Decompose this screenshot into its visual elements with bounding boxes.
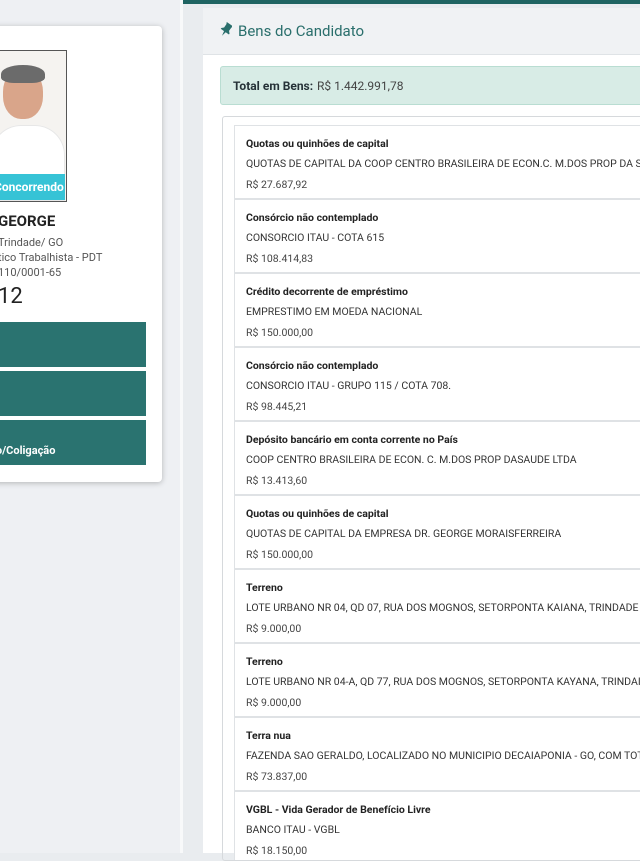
asset-type: Crédito decorrente de empréstimo bbox=[246, 285, 408, 298]
nav-button-1[interactable] bbox=[0, 322, 146, 367]
asset-item: Quotas ou quinhões de capital QUOTAS DE … bbox=[234, 495, 640, 569]
total-assets-box: Total em Bens: R$ 1.442.991,78 bbox=[220, 66, 640, 105]
total-assets-value: R$ 1.442.991,78 bbox=[317, 79, 404, 93]
panel-header: Bens do Candidato bbox=[203, 8, 640, 55]
asset-description: CONSORCIO ITAU - COTA 615 bbox=[246, 231, 385, 244]
asset-description: EMPRESTIMO EM MOEDA NACIONAL bbox=[246, 305, 423, 318]
asset-description: COOP CENTRO BRASILEIRA DE ECON. C. M.DOS… bbox=[246, 453, 577, 466]
asset-value: R$ 18.150,00 bbox=[246, 844, 308, 857]
asset-type: Terra nua bbox=[246, 729, 291, 742]
asset-description: FAZENDA SAO GERALDO, LOCALIZADO NO MUNIC… bbox=[246, 749, 640, 762]
asset-value: R$ 9.000,00 bbox=[246, 622, 302, 635]
asset-description: LOTE URBANO NR 04, QD 07, RUA DOS MOGNOS… bbox=[246, 601, 639, 614]
asset-value: R$ 73.837,00 bbox=[246, 770, 308, 783]
asset-value: R$ 9.000,00 bbox=[246, 696, 302, 709]
asset-type: Consórcio não contemplado bbox=[246, 211, 379, 224]
asset-description: LOTE URBANO NR 04-A, QD 77, RUA DOS MOGN… bbox=[246, 675, 640, 688]
asset-type: Depósito bancário em conta corrente no P… bbox=[246, 433, 458, 446]
assets-list: Quotas ou quinhões de capital QUOTAS DE … bbox=[222, 116, 640, 861]
asset-value: R$ 108.414,83 bbox=[246, 252, 314, 265]
asset-description: QUOTAS DE CAPITAL DA COOP CENTRO BRASILE… bbox=[246, 157, 640, 170]
asset-type: Terreno bbox=[246, 581, 283, 594]
asset-value: R$ 27.687,92 bbox=[246, 178, 308, 191]
asset-value: R$ 150.000,00 bbox=[246, 326, 314, 339]
asset-description: CONSORCIO ITAU - GRUPO 115 / COTA 708. bbox=[246, 379, 452, 392]
asset-description: QUOTAS DE CAPITAL DA EMPRESA DR. GEORGE … bbox=[246, 527, 562, 540]
candidate-cnpj: 110/0001-65 bbox=[0, 266, 62, 279]
candidate-party: tico Trabalhista - PDT bbox=[0, 251, 103, 264]
asset-item: Terreno LOTE URBANO NR 04, QD 07, RUA DO… bbox=[234, 569, 640, 643]
nav-button-coligacao[interactable]: ão/Coligação bbox=[0, 420, 146, 465]
asset-type: Quotas ou quinhões de capital bbox=[246, 507, 389, 520]
candidate-card: Concorrendo GEORGE Trindade/ GO tico Tra… bbox=[0, 26, 162, 482]
asset-value: R$ 150.000,00 bbox=[246, 548, 314, 561]
asset-description: BANCO ITAU - VGBL bbox=[246, 823, 340, 836]
asset-item: VGBL - Vida Gerador de Benefício Livre B… bbox=[234, 791, 640, 860]
asset-item: Crédito decorrente de empréstimo EMPREST… bbox=[234, 273, 640, 347]
status-badge: Concorrendo bbox=[0, 174, 65, 200]
asset-type: Terreno bbox=[246, 655, 283, 668]
column-divider bbox=[180, 0, 183, 853]
nav-button-coligacao-label: ão/Coligação bbox=[0, 444, 56, 457]
asset-value: R$ 98.445,21 bbox=[246, 400, 308, 413]
asset-value: R$ 13.413,60 bbox=[246, 474, 308, 487]
asset-item: Depósito bancário em conta corrente no P… bbox=[234, 421, 640, 495]
asset-item: Terreno LOTE URBANO NR 04-A, QD 77, RUA … bbox=[234, 643, 640, 717]
asset-item: Consórcio não contemplado CONSORCIO ITAU… bbox=[234, 199, 640, 273]
candidate-number: 12 bbox=[0, 284, 23, 309]
total-assets-label: Total em Bens: bbox=[233, 79, 314, 93]
asset-item: Consórcio não contemplado CONSORCIO ITAU… bbox=[234, 347, 640, 421]
nav-button-2[interactable] bbox=[0, 371, 146, 416]
asset-type: Consórcio não contemplado bbox=[246, 359, 379, 372]
photo-hair bbox=[1, 65, 45, 83]
asset-type: Quotas ou quinhões de capital bbox=[246, 137, 389, 150]
asset-item: Quotas ou quinhões de capital QUOTAS DE … bbox=[234, 125, 640, 199]
asset-item: Terra nua FAZENDA SAO GERALDO, LOCALIZAD… bbox=[234, 717, 640, 791]
asset-type: VGBL - Vida Gerador de Benefício Livre bbox=[246, 803, 431, 816]
panel-title: Bens do Candidato bbox=[238, 22, 365, 40]
pushpin-icon bbox=[220, 22, 232, 36]
candidate-name: GEORGE bbox=[0, 212, 56, 230]
assets-panel: Bens do Candidato Total em Bens: R$ 1.44… bbox=[203, 8, 640, 861]
candidate-city: Trindade/ GO bbox=[0, 236, 64, 249]
